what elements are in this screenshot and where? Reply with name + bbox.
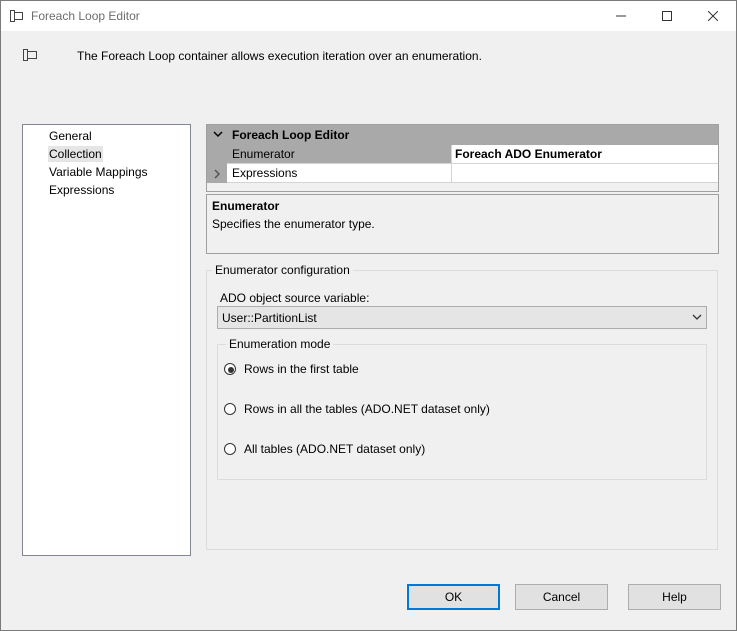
radio-button[interactable] (224, 443, 236, 455)
radio-label: All tables (ADO.NET dataset only) (244, 442, 426, 456)
source-variable-dropdown[interactable]: User::PartitionList (217, 306, 707, 329)
close-button[interactable] (690, 1, 736, 31)
nav-item-general[interactable]: General (48, 128, 93, 144)
foreach-loop-icon (23, 49, 37, 61)
property-row-enumerator[interactable]: Enumerator Foreach ADO Enumerator (207, 145, 718, 164)
radio-button[interactable] (224, 403, 236, 415)
help-button[interactable]: Help (628, 584, 721, 610)
minimize-icon (616, 15, 626, 17)
property-grid-category[interactable]: Foreach Loop Editor (207, 125, 718, 145)
radio-button[interactable] (224, 363, 236, 375)
group-legend: Enumerator configuration (212, 263, 353, 277)
nav-item-expressions[interactable]: Expressions (48, 182, 115, 198)
foreach-loop-icon (10, 10, 23, 22)
property-help-panel: Enumerator Specifies the enumerator type… (206, 194, 719, 254)
maximize-button[interactable] (644, 1, 690, 31)
property-value: Foreach ADO Enumerator (455, 147, 602, 161)
close-icon (708, 11, 718, 21)
property-name: Enumerator (232, 147, 295, 161)
property-value-field[interactable]: Foreach ADO Enumerator (452, 145, 718, 164)
chevron-down-icon[interactable] (213, 129, 223, 139)
nav-item-variable-mappings[interactable]: Variable Mappings (48, 164, 149, 180)
nav-list: General Collection Variable Mappings Exp… (22, 124, 191, 556)
maximize-icon (662, 11, 672, 21)
source-variable-label: ADO object source variable: (220, 291, 370, 305)
chevron-down-icon (692, 314, 702, 320)
property-grid: Foreach Loop Editor Enumerator Foreach A… (206, 124, 719, 192)
property-value-field[interactable] (452, 164, 718, 183)
ok-button[interactable]: OK (407, 584, 500, 610)
minimize-button[interactable] (598, 1, 644, 31)
source-variable-value: User::PartitionList (222, 311, 317, 325)
nav-item-collection[interactable]: Collection (48, 146, 103, 162)
help-text: Specifies the enumerator type. (212, 217, 375, 231)
property-name: Expressions (232, 166, 298, 180)
cancel-button[interactable]: Cancel (515, 584, 608, 610)
category-label: Foreach Loop Editor (232, 128, 350, 142)
help-title: Enumerator (212, 199, 280, 213)
radio-label: Rows in all the tables (ADO.NET dataset … (244, 402, 490, 416)
chevron-right-icon[interactable] (207, 164, 227, 183)
property-row-expressions[interactable]: Expressions (207, 164, 718, 183)
radio-label: Rows in the first table (244, 362, 359, 376)
title-bar: Foreach Loop Editor (1, 1, 736, 31)
dialog-description: The Foreach Loop container allows execut… (77, 49, 482, 63)
group-legend: Enumeration mode (226, 337, 334, 351)
window-title: Foreach Loop Editor (31, 9, 140, 23)
dialog-window: Foreach Loop Editor The Foreach Loop con… (0, 0, 737, 631)
